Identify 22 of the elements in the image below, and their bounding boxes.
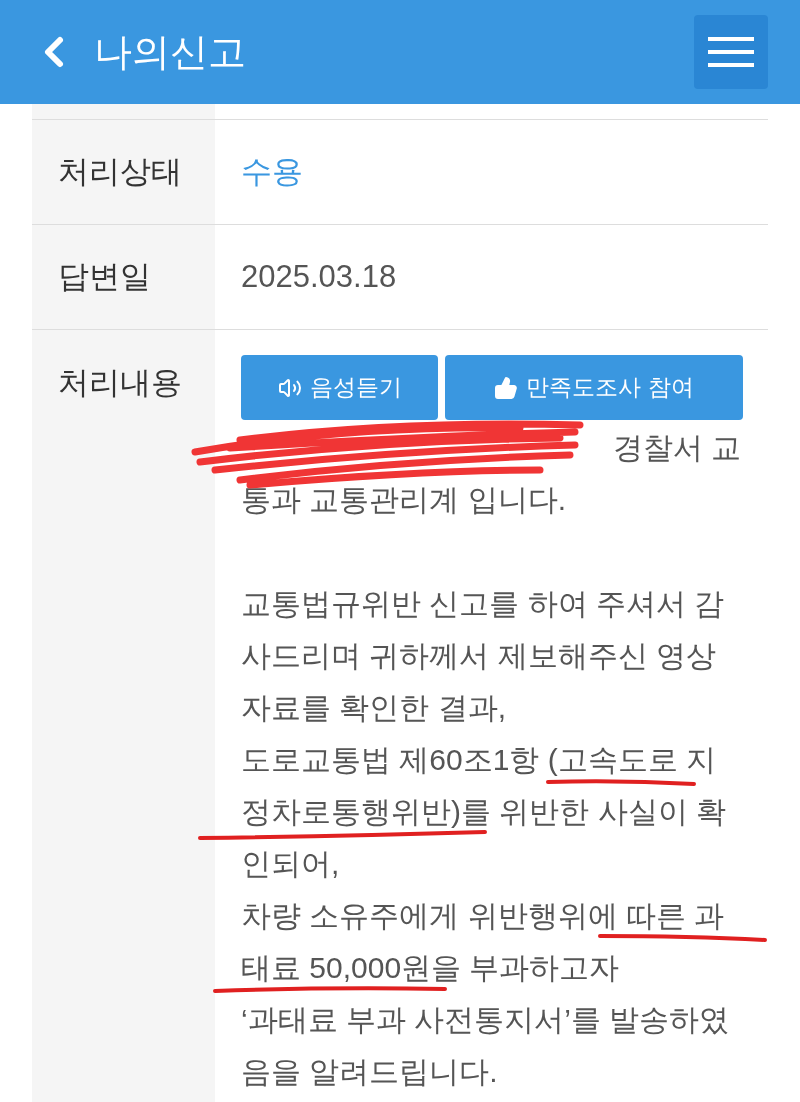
body-text-line: 인되어, xyxy=(241,847,340,880)
body-text-line: 도로교통법 제60조1항 (고속도로 지 xyxy=(241,743,717,776)
row-label: 처리내용 xyxy=(58,365,182,400)
row-label-cell: 처리상태 xyxy=(32,120,215,224)
thumbs-up-icon xyxy=(494,375,519,400)
body-text-line: 정차로통행위반)를 위반한 사실이 확 xyxy=(241,795,726,828)
body-text-line: 사드리며 귀하께서 제보해주신 영상 xyxy=(241,639,716,672)
action-button[interactable]: 만족도조사 참여 xyxy=(445,355,743,420)
row-value: 2025.03.18 xyxy=(240,257,397,296)
body-text-line: 자료를 확인한 결과, xyxy=(241,691,506,724)
body-text-line: ‘과태료 부과 사전통지서’를 발송하였 xyxy=(241,1003,730,1036)
body-text-line: 차량 소유주에게 위반행위에 따른 과 xyxy=(241,899,725,932)
body-text-line: 통과 교통관리계 입니다. xyxy=(241,483,566,516)
action-button[interactable]: 음성듣기 xyxy=(241,355,438,420)
body-text-line: 음을 알려드립니다. xyxy=(241,1055,498,1088)
body-text-line: 경찰서 교 xyxy=(612,430,741,466)
menu-button[interactable] xyxy=(694,15,768,89)
page-title: 나의신고 xyxy=(94,29,246,75)
row-label-cell: 답변일 xyxy=(32,225,215,329)
body-text-line: 태료 50,000원을 부과하고자 xyxy=(241,951,620,984)
body-text-line: 교통법규위반 신고를 하여 주셔서 감 xyxy=(241,587,725,620)
row-value: 수용 xyxy=(240,152,303,191)
